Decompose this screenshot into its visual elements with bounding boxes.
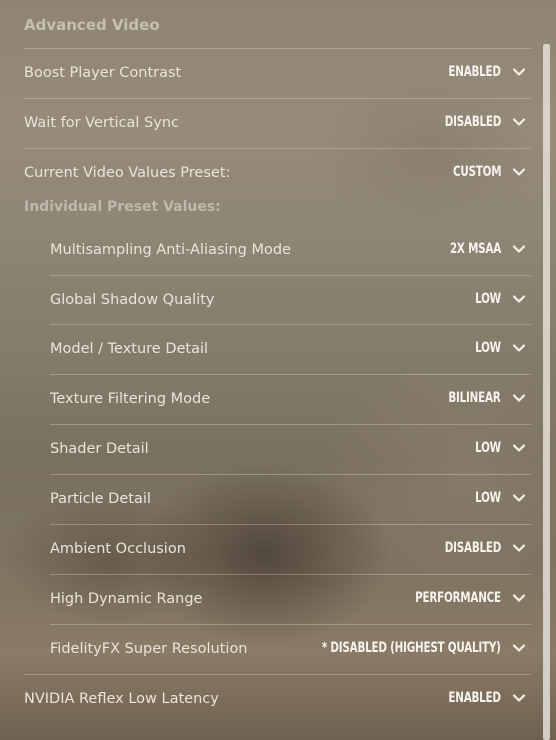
- setting-label: Multisampling Anti-Aliasing Mode: [50, 242, 291, 258]
- setting-fidelityfx-super-resolution[interactable]: FidelityFX Super Resolution * DISABLED (…: [50, 624, 531, 673]
- setting-value[interactable]: LOW: [475, 340, 501, 356]
- setting-label: Particle Detail: [50, 491, 151, 507]
- chevron-down-icon[interactable]: [512, 541, 526, 555]
- setting-label: NVIDIA Reflex Low Latency: [24, 691, 219, 707]
- setting-shader-detail[interactable]: Shader Detail LOW: [50, 424, 531, 473]
- setting-value[interactable]: PERFORMANCE: [415, 590, 501, 606]
- setting-label: Global Shadow Quality: [50, 292, 215, 308]
- chevron-down-icon[interactable]: [512, 242, 526, 256]
- setting-value[interactable]: BILINEAR: [449, 390, 501, 406]
- setting-value[interactable]: ENABLED: [449, 64, 502, 80]
- subsection-title: Individual Preset Values:: [24, 199, 221, 215]
- setting-global-shadow-quality[interactable]: Global Shadow Quality LOW: [50, 275, 531, 324]
- chevron-down-icon[interactable]: [512, 591, 526, 605]
- setting-label: Shader Detail: [50, 441, 149, 457]
- chevron-down-icon[interactable]: [512, 65, 526, 79]
- scrollbar[interactable]: [543, 44, 550, 740]
- setting-model-texture-detail[interactable]: Model / Texture Detail LOW: [50, 324, 531, 373]
- setting-current-video-values-preset[interactable]: Current Video Values Preset: CUSTOM: [24, 148, 531, 197]
- setting-label: Current Video Values Preset:: [24, 165, 231, 181]
- setting-value[interactable]: LOW: [475, 440, 501, 456]
- chevron-down-icon[interactable]: [512, 441, 526, 455]
- setting-texture-filtering-mode[interactable]: Texture Filtering Mode BILINEAR: [50, 374, 531, 423]
- setting-label: Texture Filtering Mode: [50, 391, 211, 407]
- setting-high-dynamic-range[interactable]: High Dynamic Range PERFORMANCE: [50, 574, 531, 623]
- setting-label: Boost Player Contrast: [24, 65, 182, 81]
- chevron-down-icon[interactable]: [512, 165, 526, 179]
- chevron-down-icon[interactable]: [512, 491, 526, 505]
- setting-label: FidelityFX Super Resolution: [50, 641, 248, 657]
- chevron-down-icon[interactable]: [512, 391, 526, 405]
- chevron-down-icon[interactable]: [512, 341, 526, 355]
- chevron-down-icon[interactable]: [512, 292, 526, 306]
- setting-value[interactable]: DISABLED: [445, 540, 502, 556]
- setting-label: Wait for Vertical Sync: [24, 115, 179, 131]
- setting-nvidia-reflex-low-latency[interactable]: NVIDIA Reflex Low Latency ENABLED: [24, 674, 531, 723]
- setting-value[interactable]: LOW: [475, 490, 501, 506]
- setting-boost-player-contrast[interactable]: Boost Player Contrast ENABLED: [24, 48, 531, 97]
- setting-ambient-occlusion[interactable]: Ambient Occlusion DISABLED: [50, 524, 531, 573]
- setting-value[interactable]: DISABLED: [445, 114, 502, 130]
- setting-value[interactable]: CUSTOM: [453, 164, 502, 180]
- setting-multisampling-anti-aliasing-mode[interactable]: Multisampling Anti-Aliasing Mode 2X MSAA: [50, 226, 531, 275]
- setting-value[interactable]: LOW: [475, 291, 501, 307]
- setting-label: Ambient Occlusion: [50, 541, 186, 557]
- chevron-down-icon[interactable]: [512, 691, 526, 705]
- setting-particle-detail[interactable]: Particle Detail LOW: [50, 474, 531, 523]
- setting-label: High Dynamic Range: [50, 591, 203, 607]
- setting-label: Model / Texture Detail: [50, 341, 209, 357]
- advanced-video-panel: Advanced Video Boost Player Contrast ENA…: [0, 0, 556, 740]
- chevron-down-icon[interactable]: [512, 641, 526, 655]
- section-title: Advanced Video: [24, 16, 160, 34]
- setting-value[interactable]: 2X MSAA: [450, 241, 501, 257]
- setting-value[interactable]: ENABLED: [449, 690, 502, 706]
- setting-wait-for-vertical-sync[interactable]: Wait for Vertical Sync DISABLED: [24, 98, 531, 147]
- setting-value[interactable]: * DISABLED (HIGHEST QUALITY): [322, 640, 501, 656]
- chevron-down-icon[interactable]: [512, 115, 526, 129]
